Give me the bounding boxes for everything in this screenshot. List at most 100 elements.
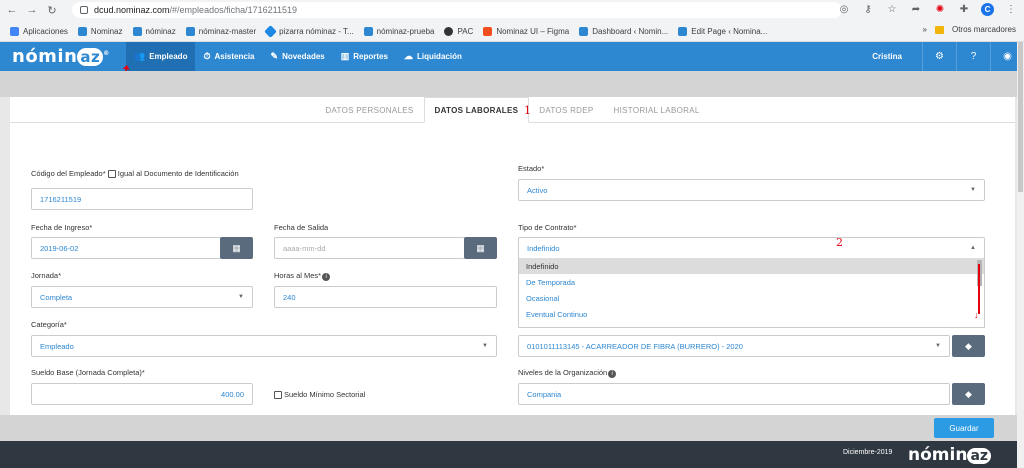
option-eventual-continuo[interactable]: Eventual Continuo	[519, 306, 984, 322]
bookmark-item[interactable]: nóminaz	[132, 26, 176, 36]
save-button[interactable]: Guardar	[934, 418, 994, 438]
cloud-icon	[132, 26, 142, 36]
bookmarks-bar: Aplicaciones Nominaz nóminaz nóminaz-mas…	[0, 21, 1024, 41]
categoria-label: Categoría*	[31, 320, 67, 329]
logo-reg: ®	[103, 50, 110, 57]
categoria-value: Empleado	[40, 341, 74, 351]
categoria-select[interactable]: Empleado ▼	[31, 335, 497, 357]
page-scroll-thumb[interactable]	[1018, 42, 1023, 192]
user-name[interactable]: Cristina	[872, 52, 902, 61]
menu-empleado[interactable]: 👥 Empleado	[126, 42, 196, 71]
option-indefinido[interactable]: Indefinido	[519, 258, 984, 274]
bookmark-item[interactable]: Aplicaciones	[10, 26, 68, 36]
key-icon[interactable]: ⚷	[861, 2, 875, 16]
diamond-icon	[264, 24, 277, 38]
annotation-1: 1	[524, 104, 531, 117]
location-icon[interactable]: ◎	[837, 2, 851, 16]
option-de-temporada[interactable]: De Temporada	[519, 274, 984, 290]
menu-reportes[interactable]: ▥ Reportes	[333, 42, 396, 71]
bookmark-label: pizarra nóminaz - T...	[279, 26, 354, 36]
profile-avatar[interactable]: C	[981, 2, 994, 16]
codigo-input[interactable]: 1716211519	[31, 188, 253, 210]
igual-label: Igual al Documento de Identificación	[117, 169, 239, 178]
forward-icon[interactable]: →	[24, 2, 40, 18]
cloud-icon	[77, 26, 87, 36]
sueldo-input[interactable]: 400.00	[31, 383, 253, 405]
caret-down-icon: ▼	[970, 187, 976, 193]
nominaz-logo[interactable]: nómin az ®	[12, 46, 110, 67]
apps-icon	[10, 26, 19, 36]
menu-label: Empleado	[149, 52, 188, 61]
menu-asistencia[interactable]: ⏱ Asistencia	[195, 42, 262, 71]
calendar-button[interactable]: ▦	[220, 237, 253, 259]
estado-select[interactable]: Activo ▼	[518, 179, 985, 201]
fecha-ingreso-label: Fecha de Ingreso*	[31, 223, 93, 232]
fecha-ingreso-input[interactable]: 2019-06-02	[31, 237, 221, 259]
share-icon[interactable]: ➦	[909, 2, 923, 16]
bookmark-label: Nominaz	[90, 26, 123, 36]
annotation-line	[978, 264, 980, 314]
url-host: dcud.nominaz.com	[94, 5, 170, 15]
browser-chrome: ← → ↻ dcud.nominaz.com /#/empleados/fich…	[0, 0, 1024, 42]
appbar-right: Cristina ⚙ ? ◉	[872, 42, 1024, 71]
employee-form-card: DATOS PERSONALES DATOS LABORALES DATOS R…	[10, 97, 1015, 415]
tipo-contrato-label: Tipo de Contrato*	[518, 223, 577, 232]
niveles-input[interactable]: Compania	[518, 383, 950, 405]
bookmark-item[interactable]: Edit Page ‹ Nomina...	[678, 26, 767, 36]
puzzle-icon[interactable]: ✚	[957, 2, 971, 16]
cloud-icon	[185, 26, 195, 36]
bookmark-item[interactable]: Dashboard ‹ Nomin...	[579, 26, 668, 36]
igual-checkbox[interactable]	[107, 170, 116, 179]
logo-text: nómin	[12, 46, 78, 67]
horas-label-text: Horas al Mes*	[274, 271, 322, 280]
info-icon[interactable]: i	[322, 273, 331, 281]
codigo-label-text: Código del Empleado*	[31, 169, 106, 178]
app-navbar: nómin az ® 👥 Empleado ⏱ Asistencia ✎ Novedade…	[0, 42, 1024, 71]
info-icon[interactable]: i	[608, 370, 617, 378]
extension-red-icon[interactable]: ✺	[933, 2, 947, 16]
other-bookmarks[interactable]: Otros marcadores	[952, 25, 1016, 34]
bookmark-label: nóminaz-prueba	[376, 26, 435, 36]
toolbar-icons: ◎ ⚷ ☆ ➦ ✺ ✚ C ⋮	[837, 2, 1018, 16]
url-bar[interactable]: dcud.nominaz.com /#/empleados/ficha/1716…	[72, 2, 842, 18]
tipo-contrato-dropdown: Indefinido De Temporada Ocasional Eventu…	[518, 258, 985, 328]
codigo-label: Código del Empleado* Igual al Documento …	[31, 169, 239, 179]
help-icon[interactable]: ?	[956, 42, 990, 71]
menu-novedades[interactable]: ✎ Novedades	[263, 42, 333, 71]
caret-up-icon: ▲	[970, 245, 976, 251]
bookmark-item[interactable]: nóminaz-master	[185, 26, 256, 36]
bookmark-item[interactable]: Nominaz UI – Figma	[483, 26, 569, 36]
bookmark-item[interactable]: pizarra nóminaz - T...	[264, 24, 354, 38]
fecha-salida-input[interactable]: aaaa-mm-dd	[274, 237, 465, 259]
niveles-tag-button[interactable]: ◆	[952, 383, 985, 405]
menu-liquidacion[interactable]: ☁ Liquidación	[396, 42, 470, 71]
tab-datos-rdep[interactable]: DATOS RDEP	[529, 97, 603, 123]
more-bookmarks[interactable]: »	[923, 25, 927, 34]
bookmark-item[interactable]: Nominaz	[77, 26, 123, 36]
option-ocasional[interactable]: Ocasional	[519, 290, 984, 306]
footer-logo: nómin az	[908, 445, 992, 465]
cargo-select[interactable]: 0101011113145 - ACARREADOR DE FIBRA (BUR…	[518, 335, 950, 357]
star-icon[interactable]: ☆	[885, 2, 899, 16]
reload-icon[interactable]: ↻	[44, 2, 60, 18]
menu-kebab-icon[interactable]: ⋮	[1004, 2, 1018, 16]
cloud-icon	[579, 26, 589, 36]
sueldo-minimo-checkbox[interactable]	[274, 391, 282, 400]
dropdown-scrollbar[interactable]: ↓	[974, 260, 982, 324]
edit-icon: ✎	[270, 51, 279, 61]
horas-input[interactable]: 240	[274, 286, 497, 308]
tab-historial-laboral[interactable]: HISTORIAL LABORAL	[604, 97, 710, 123]
bookmark-item[interactable]: PAC	[444, 26, 473, 36]
tipo-contrato-select[interactable]: Indefinido ▲	[518, 237, 985, 259]
back-icon[interactable]: ←	[4, 2, 20, 18]
tab-datos-laborales[interactable]: DATOS LABORALES	[423, 97, 530, 123]
settings-icon[interactable]: ⚙	[922, 42, 956, 71]
page-scrollbar[interactable]	[1017, 42, 1024, 468]
tab-datos-personales[interactable]: DATOS PERSONALES	[315, 97, 423, 123]
jornada-select[interactable]: Completa ▼	[31, 286, 253, 308]
menu-label: Asistencia	[214, 52, 255, 61]
calendar-button[interactable]: ▦	[464, 237, 497, 259]
cargo-tag-button[interactable]: ◆	[952, 335, 985, 357]
bookmark-item[interactable]: nóminaz-prueba	[363, 26, 435, 36]
tab-bar: DATOS PERSONALES DATOS LABORALES DATOS R…	[10, 97, 1015, 123]
